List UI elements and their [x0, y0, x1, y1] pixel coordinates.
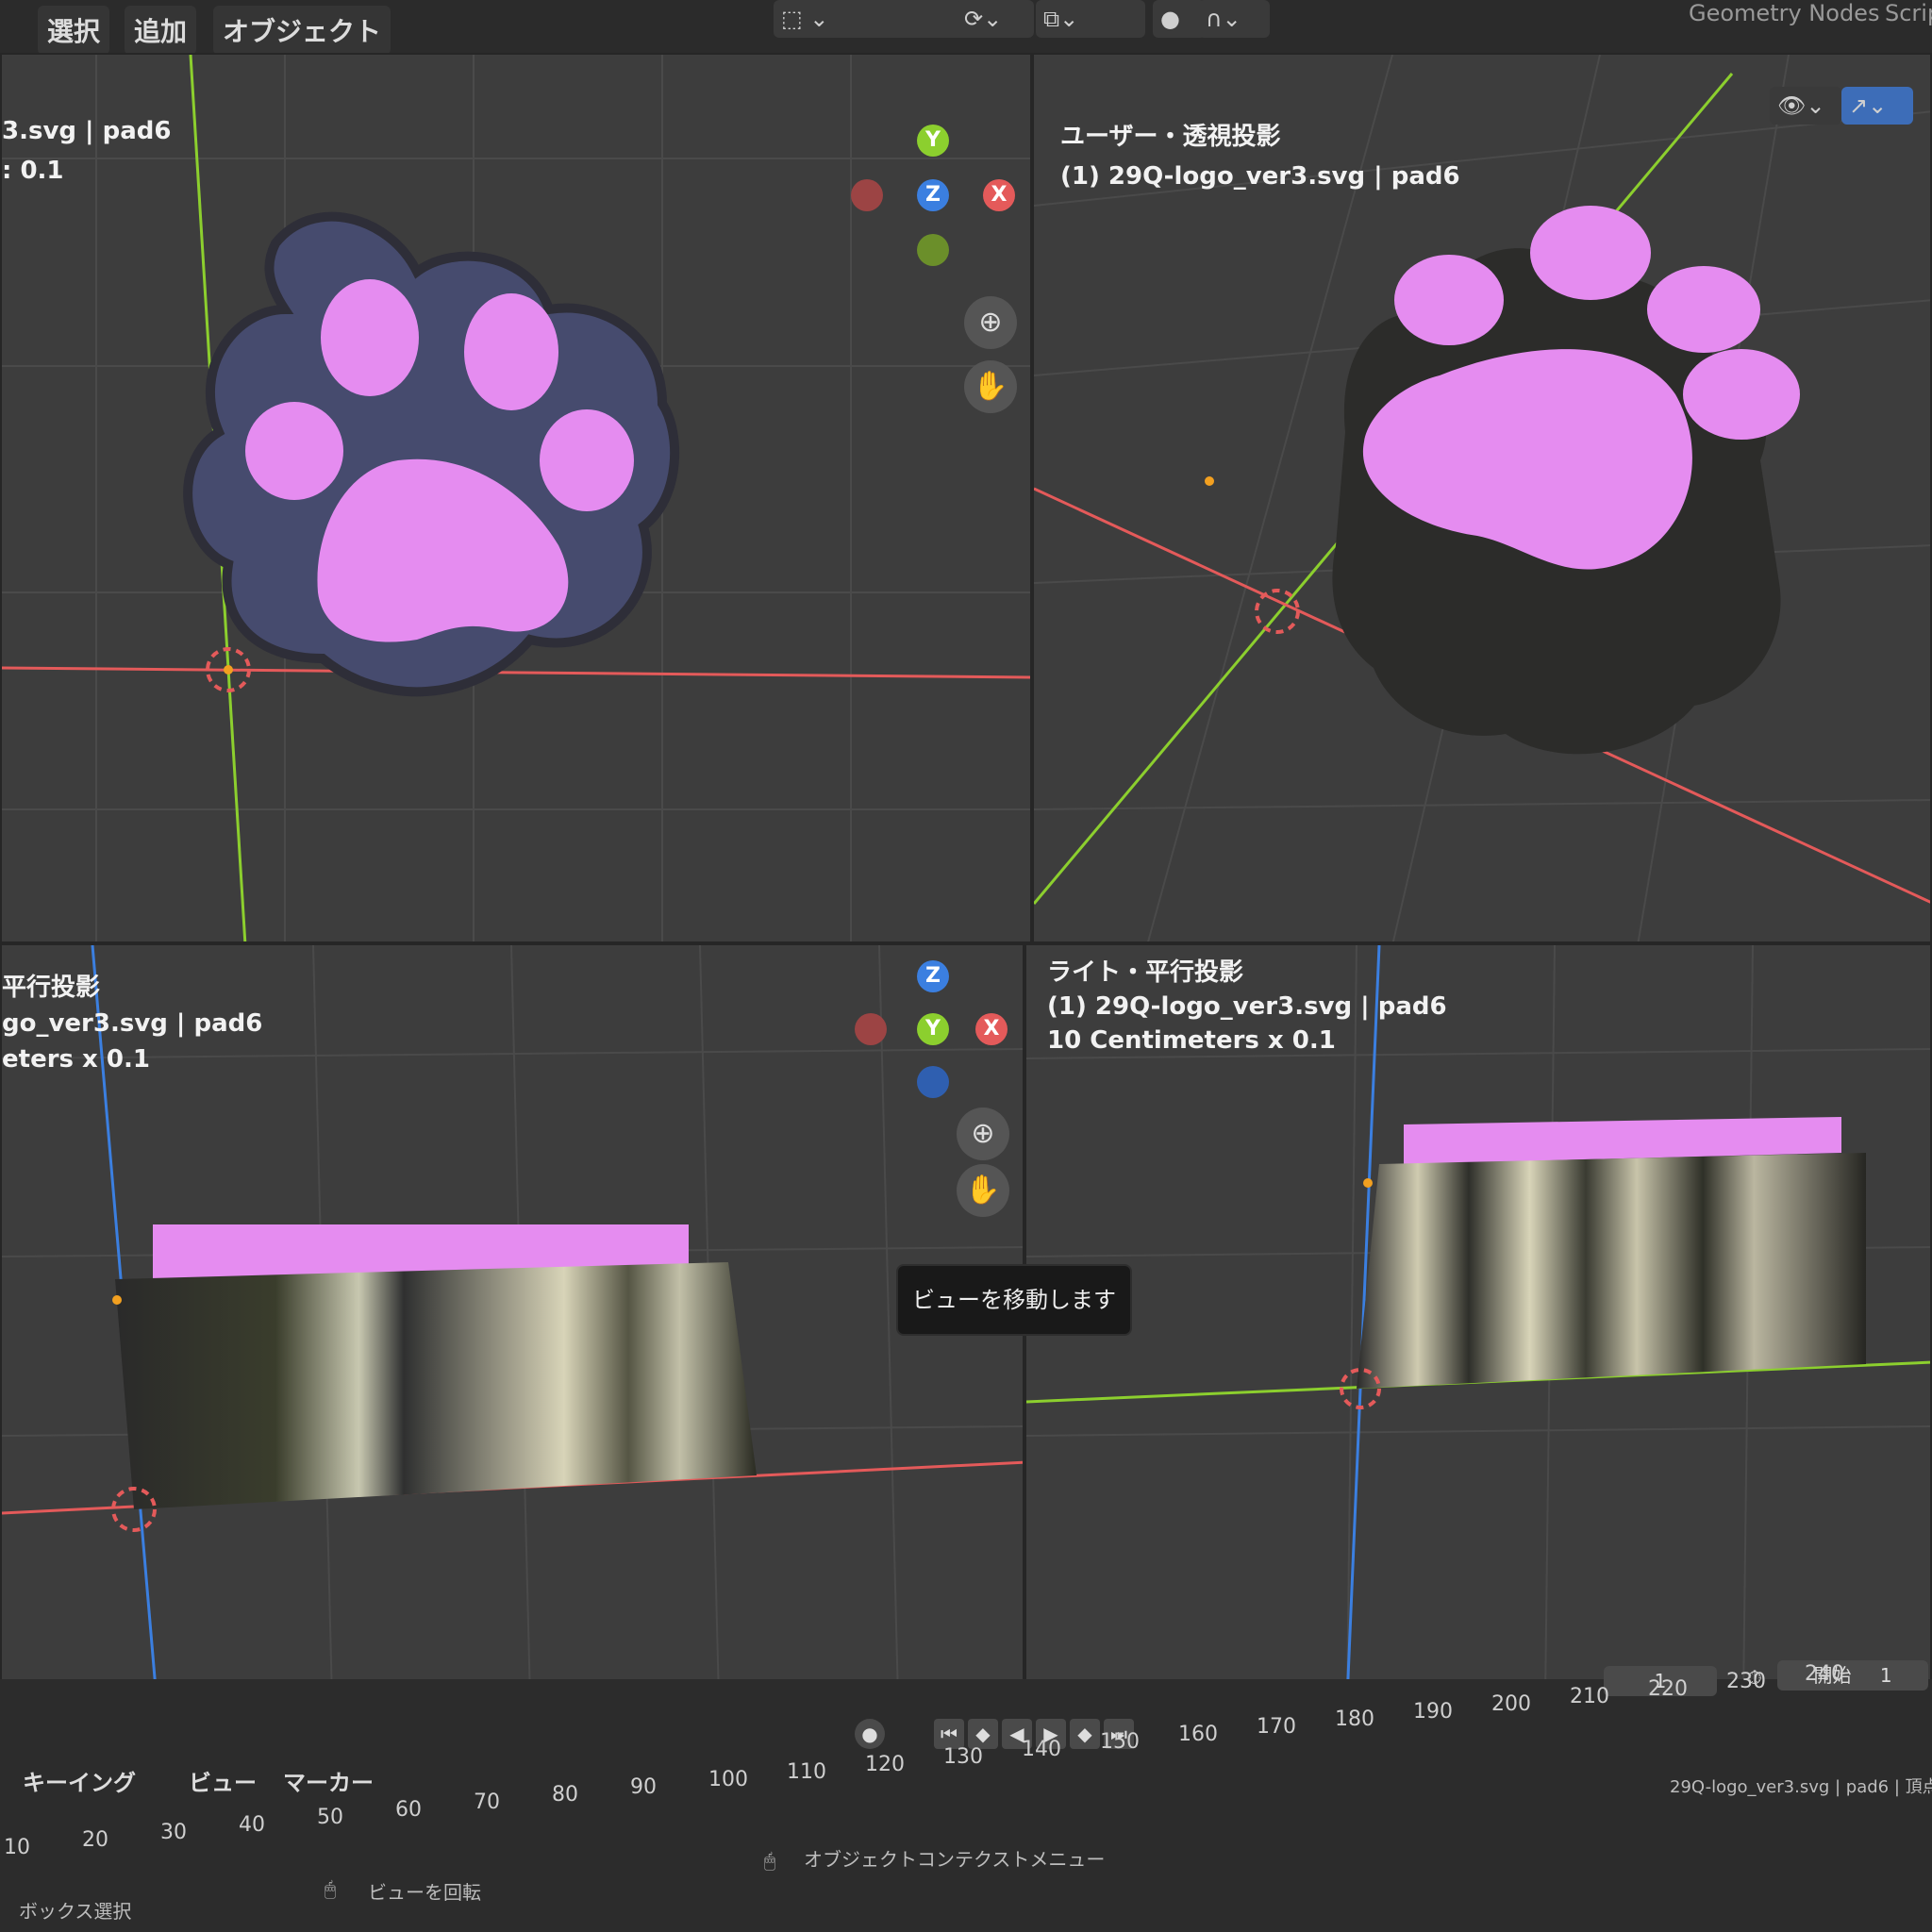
gizmo-neg-x-axis[interactable] [855, 1013, 887, 1045]
gizmo-toggle[interactable]: ↗⌄ [1841, 87, 1913, 125]
record-button[interactable]: ● [855, 1719, 885, 1749]
timeline-menu-view[interactable]: ビュー [189, 1764, 257, 1797]
frame-tick-label: 200 [1491, 1692, 1531, 1716]
viewport-top-left[interactable]: 3.svg | pad6 : 0.1 Y Z X ⊕ ✋ [0, 53, 1032, 943]
pan-tool-icon[interactable]: ✋ [964, 360, 1017, 413]
viewport-view-name: 平行投影 [2, 974, 101, 1002]
frame-tick-label: 10 [4, 1836, 30, 1859]
frame-tick-label: 70 [474, 1790, 500, 1814]
frame-tick-label: 230 [1726, 1670, 1766, 1693]
frame-tick-label: 100 [708, 1768, 748, 1791]
menu-add[interactable]: 追加 [125, 6, 197, 55]
gizmo-z-axis[interactable]: Z [917, 179, 949, 211]
viewport-view-name: ユーザー・透視投影 [1060, 123, 1281, 151]
navigation-gizmo[interactable]: Z Y X [851, 960, 1021, 1121]
paw-side-face [115, 1262, 757, 1509]
transform-orientation-dropdown[interactable]: ⬚ ⌄ [774, 0, 987, 38]
status-file-info: 29Q-logo_ver3.svg | pad6 | 頂点 [1670, 1777, 1932, 1797]
viewport-top-right[interactable]: ユーザー・透視投影 (1) 29Q-logo_ver3.svg | pad6 👁… [1032, 53, 1932, 943]
gizmo-y-axis[interactable]: Y [917, 125, 949, 157]
next-keyframe-icon[interactable]: ◆ [1070, 1719, 1100, 1749]
timeline-menu-marker[interactable]: マーカー [283, 1764, 374, 1797]
viewport-bottom-right[interactable]: ライト・平行投影 (1) 29Q-logo_ver3.svg | pad6 10… [1024, 943, 1932, 1698]
workspace-tab-scripting[interactable]: Scrip [1885, 0, 1932, 26]
gizmo-neg-z-axis[interactable] [917, 1066, 949, 1098]
frame-tick-label: 190 [1413, 1700, 1453, 1724]
gizmo-neg-y-axis[interactable] [917, 234, 949, 266]
frame-tick-label: 20 [82, 1828, 108, 1852]
pan-tool-icon[interactable]: ✋ [957, 1164, 1009, 1217]
gizmo-neg-x-axis[interactable] [851, 179, 883, 211]
gizmo-y-axis[interactable]: Y [917, 1013, 949, 1045]
zoom-tool-icon[interactable]: ⊕ [964, 296, 1017, 349]
viewport-scale-label: 10 Centimeters x 0.1 [1047, 1026, 1336, 1055]
frame-tick-label: 220 [1648, 1677, 1688, 1701]
menu-select[interactable]: 選択 [38, 6, 110, 55]
start-frame-field[interactable]: 開始 1 [1777, 1660, 1928, 1690]
viewport-object-label: 3.svg | pad6 [2, 117, 172, 145]
viewport-view-name: ライト・平行投影 [1047, 958, 1244, 987]
frame-tick-label: 120 [865, 1753, 905, 1776]
timeline-panel [0, 1679, 1932, 1932]
frame-tick-label: 110 [787, 1760, 826, 1784]
status-box-select: ボックス選択 [19, 1900, 132, 1923]
frame-tick-label: 210 [1570, 1685, 1609, 1708]
frame-tick-label: 90 [630, 1775, 657, 1799]
pan-view-tooltip: ビューを移動します [896, 1264, 1132, 1336]
frame-tick-label: 60 [395, 1798, 422, 1822]
x-axis-line [2, 666, 1030, 679]
frame-tick-label: 170 [1257, 1715, 1296, 1739]
paw-side-face [1357, 1153, 1866, 1389]
gizmo-x-axis[interactable]: X [983, 179, 1015, 211]
frame-tick-label: 180 [1335, 1707, 1374, 1731]
start-value: 1 [1879, 1664, 1892, 1687]
frame-tick-label: 50 [317, 1806, 343, 1829]
frame-tick-label: 160 [1178, 1723, 1218, 1746]
viewport-scale-label: : 0.1 [2, 157, 64, 185]
gizmo-x-axis[interactable]: X [975, 1013, 1008, 1045]
frame-tick-label: 30 [160, 1821, 187, 1844]
frame-tick-label: 40 [239, 1813, 265, 1837]
header-menubar: 選択 追加 オブジェクト ⬚ ⌄ ⟳⌄ ⧉⌄ ● ∩⌄ Geometry Nod… [0, 0, 1932, 55]
paw-print-3d [1332, 206, 1800, 755]
viewport-object-label: (1) 29Q-logo_ver3.svg | pad6 [1047, 992, 1447, 1021]
frame-tick-label: 150 [1100, 1730, 1140, 1754]
snap-toggle[interactable]: ⧉⌄ [1036, 0, 1145, 38]
viewport-bottom-left[interactable]: 平行投影 go_ver3.svg | pad6 eters x 0.1 Z Y … [0, 943, 1024, 1698]
frame-tick-label: 240 [1805, 1662, 1844, 1686]
visibility-dropdown[interactable]: 👁⌄ [1770, 87, 1841, 125]
zoom-tool-icon[interactable]: ⊕ [957, 1108, 1009, 1160]
paw-print-top [183, 211, 680, 697]
viewport-object-label: (1) 29Q-logo_ver3.svg | pad6 [1060, 162, 1460, 191]
falloff-dropdown[interactable]: ∩⌄ [1198, 0, 1270, 38]
viewport-object-label: go_ver3.svg | pad6 [2, 1009, 263, 1038]
pivot-dropdown[interactable]: ⟳⌄ [957, 0, 1034, 38]
navigation-gizmo[interactable]: Y Z X [851, 111, 1021, 300]
frame-tick-label: 80 [552, 1783, 578, 1807]
frame-tick-label: 140 [1022, 1738, 1061, 1761]
mouse-icon: 🖱 [764, 1849, 775, 1872]
status-context-menu: オブジェクトコンテクストメニュー [804, 1848, 1106, 1871]
timeline-menu-keying[interactable]: キーイング [23, 1764, 136, 1797]
workspace-tab-geometry-nodes[interactable]: Geometry Nodes [1689, 0, 1879, 26]
gizmo-z-axis[interactable]: Z [917, 960, 949, 992]
frame-tick-label: 130 [943, 1745, 983, 1769]
mouse-icon: 🖱 [325, 1877, 336, 1900]
status-rotate-view: ビューを回転 [368, 1881, 481, 1904]
viewport-scale-label: eters x 0.1 [2, 1045, 150, 1074]
menu-object[interactable]: オブジェクト [213, 6, 391, 55]
